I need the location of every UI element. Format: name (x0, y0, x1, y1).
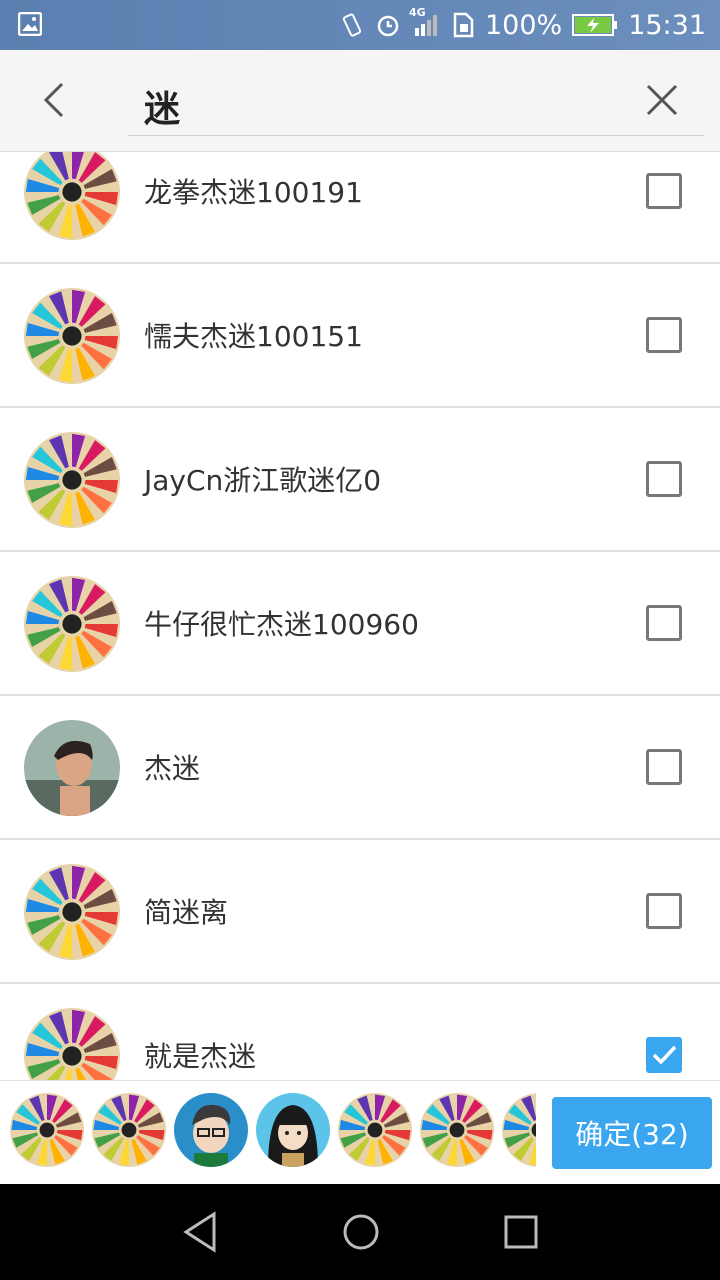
status-bar: 4G 100% 15:31 (0, 0, 720, 50)
signal-icon: 4G (409, 6, 441, 38)
contact-row[interactable]: 杰迷 (0, 696, 720, 840)
select-checkbox[interactable] (646, 893, 682, 929)
selected-contact-avatar[interactable] (174, 1093, 248, 1167)
contact-name: JayCn浙江歌迷亿0 (144, 464, 382, 497)
select-checkbox[interactable] (646, 605, 682, 641)
battery-charging-icon (572, 13, 618, 37)
search-header: 迷 (0, 50, 720, 152)
nav-home-icon[interactable] (339, 1210, 383, 1254)
selected-contact-avatar[interactable] (10, 1093, 84, 1167)
select-checkbox[interactable] (646, 173, 682, 209)
vibrate-icon (339, 12, 365, 38)
contact-avatar (24, 432, 120, 528)
back-icon[interactable] (34, 78, 78, 122)
contact-name: 龙拳杰迷100191 (144, 176, 363, 209)
search-query: 迷 (144, 89, 181, 130)
selected-avatars-strip[interactable] (10, 1093, 536, 1169)
contact-avatar (24, 288, 120, 384)
contact-avatar (24, 864, 120, 960)
contact-row[interactable]: JayCn浙江歌迷亿0 (0, 408, 720, 552)
confirm-button[interactable]: 确定(32) (552, 1097, 712, 1169)
battery-percent: 100% (484, 9, 563, 41)
contact-name: 杰迷 (144, 752, 201, 785)
contact-row[interactable]: 牛仔很忙杰迷100960 (0, 552, 720, 696)
selected-contact-avatar[interactable] (338, 1093, 412, 1167)
sim-icon (451, 12, 475, 38)
selected-contact-avatar[interactable] (256, 1093, 330, 1167)
nav-recents-icon[interactable] (499, 1210, 543, 1254)
contact-avatar (24, 576, 120, 672)
network-type: 4G (408, 6, 426, 19)
contact-row[interactable]: 懦夫杰迷100151 (0, 264, 720, 408)
selected-contact-avatar[interactable] (502, 1093, 536, 1167)
contact-list[interactable]: 龙拳杰迷100191 懦夫杰迷100151 JayCn浙江歌迷亿0 牛仔很忙杰迷100… (0, 152, 720, 1080)
contact-name: 简迷离 (144, 896, 229, 929)
contact-row[interactable]: 就是杰迷 (0, 984, 720, 1080)
contact-row[interactable]: 龙拳杰迷100191 (0, 152, 720, 264)
nav-back-icon[interactable] (180, 1210, 224, 1254)
contact-name: 就是杰迷 (144, 1040, 257, 1073)
gallery-notification-icon (17, 11, 43, 40)
select-checkbox[interactable] (646, 749, 682, 785)
contact-avatar (24, 720, 120, 816)
contact-row[interactable]: 简迷离 (0, 840, 720, 984)
selected-contact-avatar[interactable] (92, 1093, 166, 1167)
clear-search-icon[interactable] (642, 80, 682, 120)
search-input[interactable]: 迷 (128, 72, 704, 136)
navigation-bar (0, 1184, 720, 1280)
clock: 15:31 (628, 9, 706, 41)
alarm-icon (375, 12, 401, 38)
contact-name: 懦夫杰迷100151 (144, 320, 363, 353)
contact-name: 牛仔很忙杰迷100960 (144, 608, 419, 641)
selected-contact-avatar[interactable] (420, 1093, 494, 1167)
selection-bar: 确定(32) (0, 1080, 720, 1184)
select-checkbox[interactable] (646, 461, 682, 497)
select-checkbox[interactable] (646, 1037, 682, 1073)
contact-avatar (24, 1008, 120, 1080)
contact-avatar (24, 152, 120, 240)
select-checkbox[interactable] (646, 317, 682, 353)
